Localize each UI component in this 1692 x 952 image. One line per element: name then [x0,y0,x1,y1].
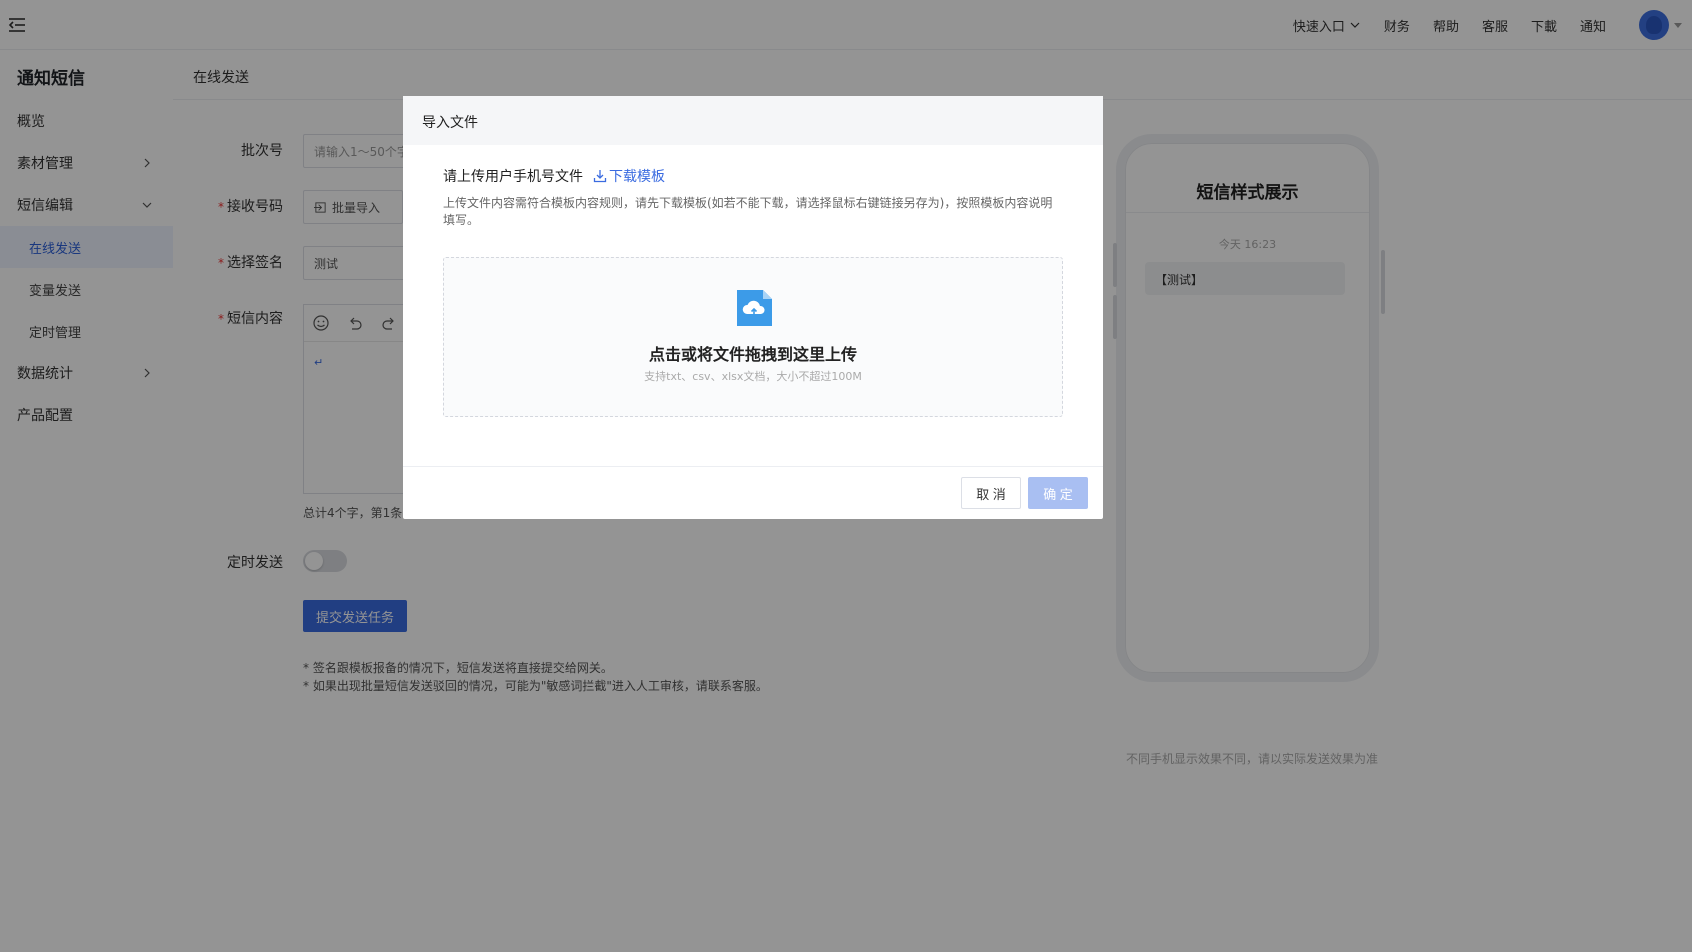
file-dropzone[interactable]: 点击或将文件拖拽到这里上传 支持txt、csv、xlsx文档，大小不超过100M [443,257,1063,417]
dropzone-title: 点击或将文件拖拽到这里上传 [648,345,857,364]
dialog-footer: 取 消 确 定 [403,466,1103,519]
upload-title-row: 请上传用户手机号文件 下载模板 [443,166,1063,186]
upload-description: 上传文件内容需符合模板内容规则，请先下载模板(如若不能下载，请选择鼠标右键链接另… [443,196,1053,227]
download-icon [593,170,607,183]
dialog-body: 请上传用户手机号文件 下载模板 上传文件内容需符合模板内容规则，请先下载模板(如… [443,166,1063,417]
download-template-label: 下载模板 [609,169,665,185]
cancel-button[interactable]: 取 消 [961,477,1021,509]
import-file-dialog: 导入文件 请上传用户手机号文件 下载模板 上传文件内容需符合模板内容规则，请先下… [403,96,1103,519]
confirm-button[interactable]: 确 定 [1028,477,1088,509]
download-template-link[interactable]: 下载模板 [593,166,665,186]
upload-prompt: 请上传用户手机号文件 [443,169,583,185]
cloud-upload-file-icon [737,290,772,326]
dropzone-hint: 支持txt、csv、xlsx文档，大小不超过100M [644,370,862,383]
dialog-title: 导入文件 [403,96,1103,145]
